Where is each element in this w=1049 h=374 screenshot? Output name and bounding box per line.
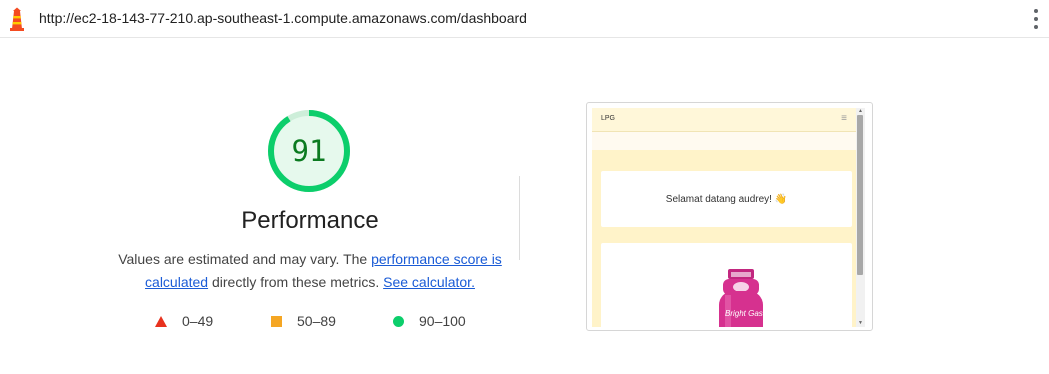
legend-fail: 0–49: [155, 313, 213, 329]
preview-navbar: LPG ≡: [592, 108, 856, 132]
preview-banner: [592, 132, 856, 150]
gas-cylinder-image: Bright Gas: [719, 269, 763, 327]
desc-middle: directly from these metrics.: [208, 274, 384, 290]
desc-prefix: Values are estimated and may vary. The: [118, 251, 372, 267]
legend-average: 50–89: [271, 313, 336, 329]
legend-fail-label: 0–49: [182, 313, 214, 329]
preview-brand: LPG: [601, 115, 616, 122]
square-icon: [271, 315, 282, 327]
preview-greeting-card: Selamat datang audrey! 👋: [601, 171, 852, 227]
performance-score: 91: [291, 134, 327, 168]
see-calculator-link[interactable]: See calculator.: [383, 274, 475, 290]
preview-viewport: LPG ≡ Selamat datang audrey! 👋 Bright Ga…: [592, 108, 856, 327]
address-bar: http://ec2-18-143-77-210.ap-southeast-1.…: [0, 0, 1049, 38]
divider: [519, 176, 520, 260]
performance-gauge: 91: [266, 108, 352, 194]
preview-greeting: Selamat datang audrey! 👋: [665, 193, 788, 205]
scroll-down-icon[interactable]: ▼: [858, 320, 863, 326]
triangle-icon: [155, 315, 167, 327]
circle-icon: [393, 315, 404, 327]
legend-average-label: 50–89: [297, 313, 336, 329]
legend-pass-label: 90–100: [419, 313, 466, 329]
cylinder-label: Bright Gas: [725, 309, 763, 318]
page-screenshot-preview[interactable]: LPG ≡ Selamat datang audrey! 👋 Bright Ga…: [586, 102, 873, 331]
hamburger-icon: ≡: [841, 113, 847, 124]
performance-title: Performance: [241, 207, 379, 234]
performance-description: Values are estimated and may vary. The p…: [110, 248, 510, 294]
preview-scrollbar[interactable]: ▲ ▼: [856, 108, 865, 327]
legend-pass: 90–100: [393, 313, 466, 329]
lighthouse-icon: [10, 7, 24, 31]
url-text[interactable]: http://ec2-18-143-77-210.ap-southeast-1.…: [39, 10, 527, 26]
preview-scroll-thumb[interactable]: [857, 115, 863, 275]
scroll-up-icon[interactable]: ▲: [858, 108, 863, 114]
preview-product-card: Bright Gas: [601, 243, 852, 327]
kebab-menu-icon[interactable]: [1033, 9, 1039, 29]
